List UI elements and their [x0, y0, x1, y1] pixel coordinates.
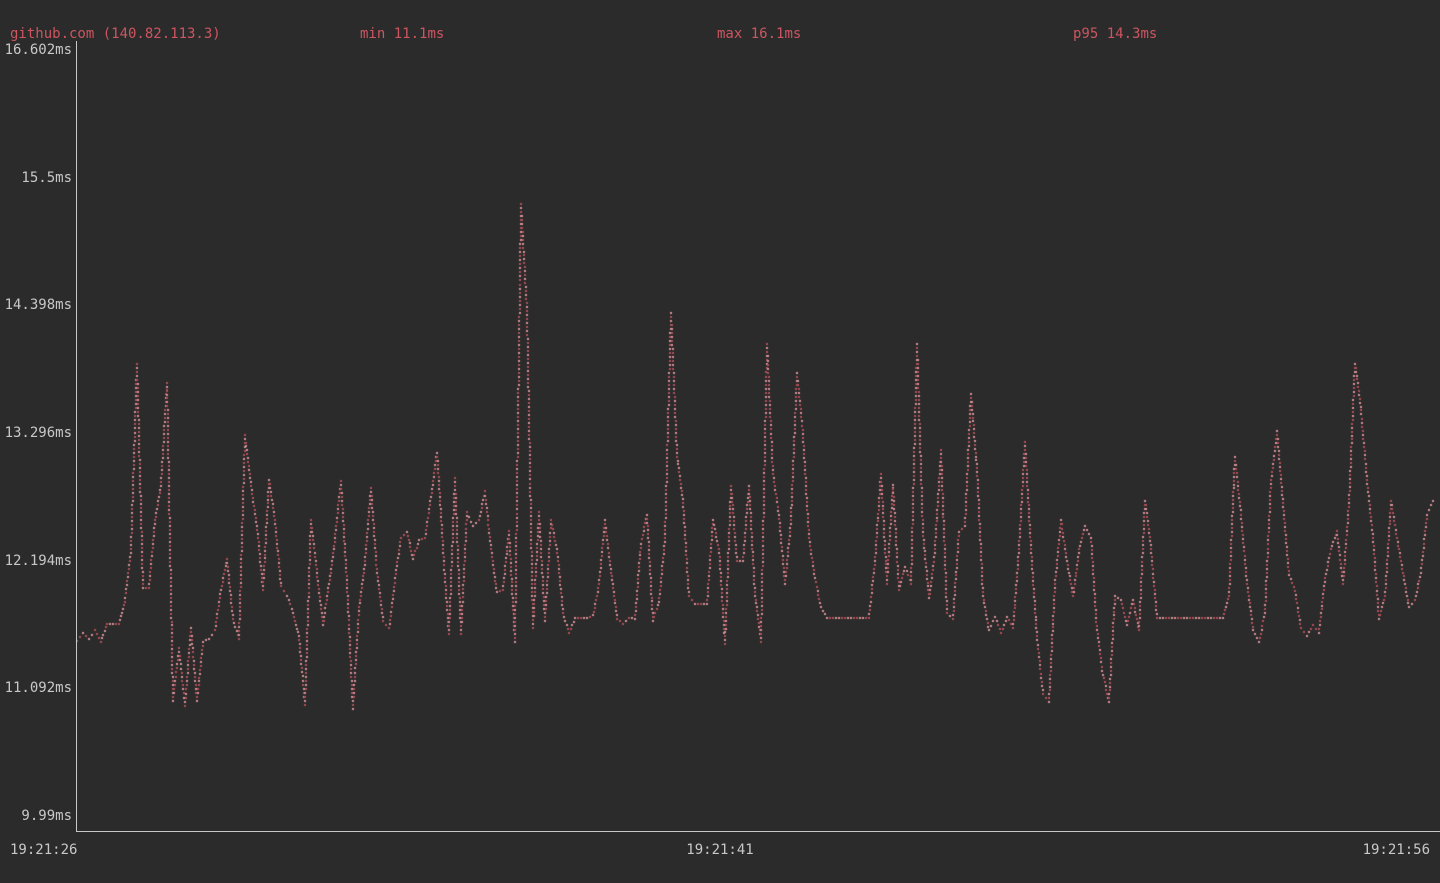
- y-axis-line: [76, 41, 77, 831]
- stat-min-value: 11.1ms: [394, 26, 445, 42]
- y-tick-label: 16.602ms: [0, 42, 72, 58]
- stat-max: max 16.1ms: [717, 26, 801, 42]
- gping-terminal: github.com (140.82.113.3) min 11.1ms max…: [0, 0, 1440, 883]
- stat-max-label: max: [717, 26, 742, 42]
- stat-p95: p95 14.3ms: [1073, 26, 1157, 42]
- x-tick-start: 19:21:26: [10, 842, 77, 858]
- stat-max-value: 16.1ms: [751, 26, 802, 42]
- y-tick-label: 15.5ms: [0, 170, 72, 186]
- latency-chart-canvas: [0, 0, 1440, 883]
- x-axis-line: [76, 831, 1440, 832]
- y-tick-label: 9.99ms: [0, 808, 72, 824]
- y-tick-label: 11.092ms: [0, 680, 72, 696]
- stat-p95-value: 14.3ms: [1107, 26, 1158, 42]
- target-host-label: github.com (140.82.113.3): [10, 26, 221, 42]
- stat-min: min 11.1ms: [360, 26, 444, 42]
- y-tick-label: 13.296ms: [0, 425, 72, 441]
- x-tick-end: 19:21:56: [1363, 842, 1430, 858]
- y-tick-label: 12.194ms: [0, 553, 72, 569]
- x-tick-middle: 19:21:41: [686, 842, 753, 858]
- stat-p95-label: p95: [1073, 26, 1098, 42]
- stat-min-label: min: [360, 26, 385, 42]
- y-tick-label: 14.398ms: [0, 297, 72, 313]
